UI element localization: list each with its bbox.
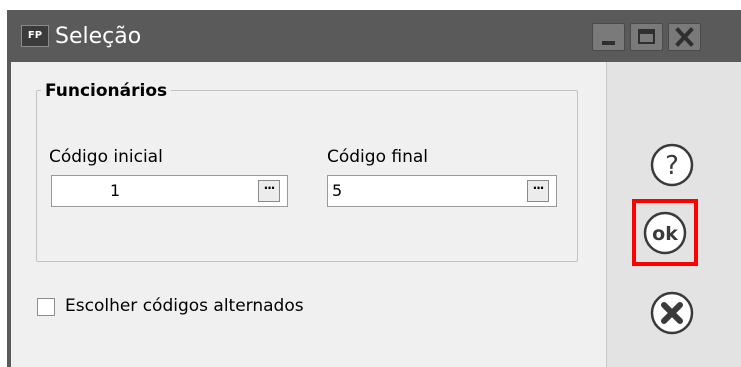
codigo-final-label: Código final <box>327 147 429 167</box>
ok-circle-icon: ok <box>643 211 687 255</box>
cancel-button[interactable] <box>639 280 705 346</box>
title-bar[interactable]: FP Seleção <box>7 10 741 62</box>
maximize-button[interactable] <box>630 23 663 51</box>
codigo-inicial-label: Código inicial <box>49 147 163 167</box>
question-circle-icon: ? <box>650 143 694 187</box>
svg-text:?: ? <box>665 151 679 181</box>
alternados-checkbox-label[interactable]: Escolher códigos alternados <box>65 296 304 316</box>
selection-dialog: FP Seleção Funcionários Código inicial 1… <box>7 10 741 367</box>
codigo-final-field[interactable]: 5 ··· <box>327 175 557 207</box>
maximize-icon <box>638 29 655 44</box>
groupbox-title: Funcionários <box>41 81 172 101</box>
close-icon <box>675 27 694 47</box>
codigo-inicial-lookup-button[interactable]: ··· <box>258 180 280 202</box>
window-title: Seleção <box>55 24 142 49</box>
codigo-inicial-value: 1 <box>110 181 121 200</box>
alternados-checkbox[interactable] <box>37 298 55 316</box>
codigo-inicial-field[interactable]: 1 ··· <box>51 175 288 207</box>
help-button[interactable]: ? <box>639 132 705 198</box>
ok-button[interactable]: ok <box>639 200 705 266</box>
close-button[interactable] <box>668 23 701 51</box>
minimize-button[interactable] <box>592 23 625 51</box>
codigo-final-lookup-button[interactable]: ··· <box>527 180 549 202</box>
codigo-final-value: 5 <box>332 181 343 200</box>
action-panel: ? ok <box>606 62 741 367</box>
minimize-icon <box>602 41 615 45</box>
dialog-content: Funcionários Código inicial 1 ··· Código… <box>11 62 605 367</box>
ok-button-label: ok <box>652 223 678 245</box>
x-circle-icon <box>650 291 694 335</box>
app-icon: FP <box>21 25 49 47</box>
